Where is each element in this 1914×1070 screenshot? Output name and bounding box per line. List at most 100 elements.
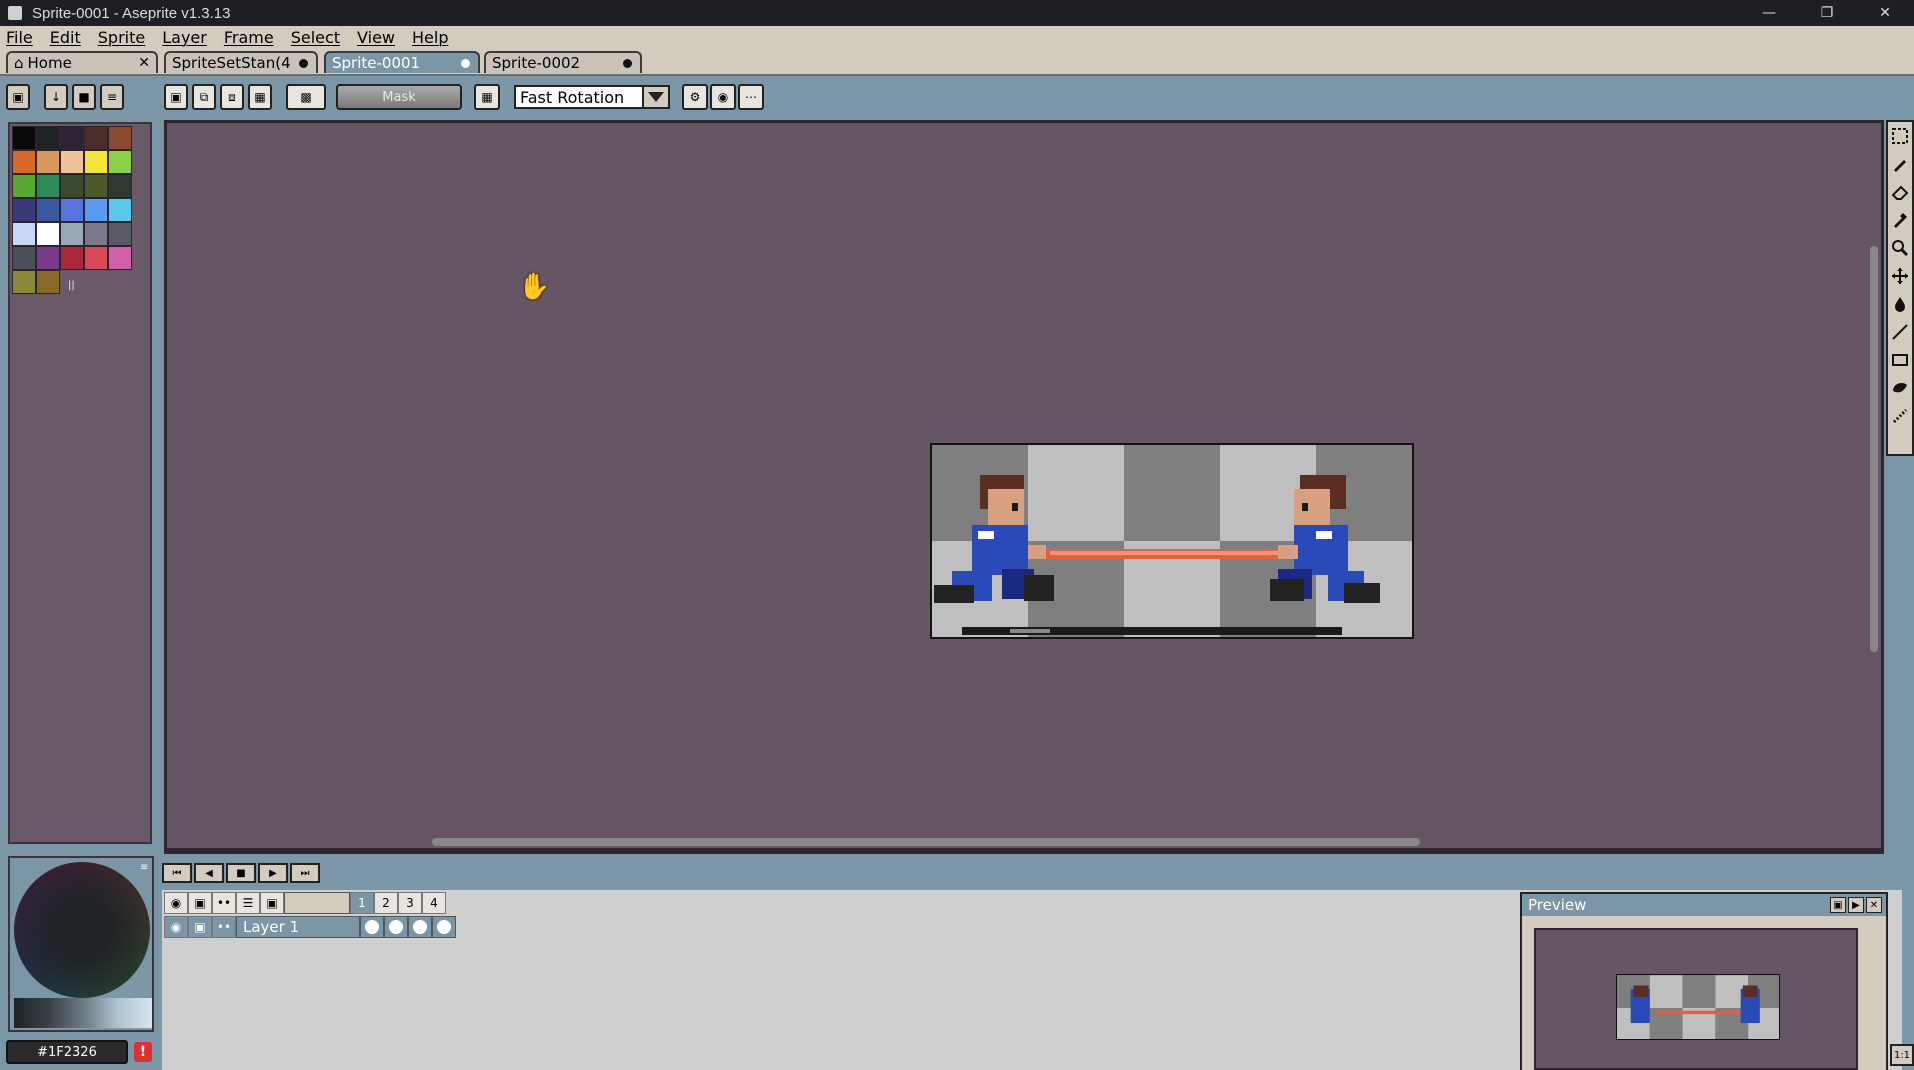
frame-number-4[interactable]: 4: [422, 892, 446, 914]
cel-frame-4[interactable]: [432, 916, 456, 938]
menu-file[interactable]: File: [6, 28, 33, 47]
cel-frame-1[interactable]: [360, 916, 384, 938]
continuous-icon[interactable]: ••: [212, 916, 236, 938]
drop-pixels-icon[interactable]: ⚙: [682, 84, 708, 110]
eyedropper-icon[interactable]: [1888, 206, 1912, 234]
preview-center-icon[interactable]: ▣: [1830, 897, 1846, 913]
palette-swatch[interactable]: [12, 198, 36, 222]
menu-lines-icon[interactable]: ≡: [100, 84, 124, 110]
palette-swatch[interactable]: [12, 174, 36, 198]
tab-close-icon[interactable]: ✕: [138, 55, 150, 71]
palette-swatch[interactable]: [36, 222, 60, 246]
onion-skin-icon[interactable]: ▣: [260, 892, 284, 914]
palette-swatch[interactable]: [12, 126, 36, 150]
square-icon[interactable]: ■: [72, 84, 96, 110]
menu-frame[interactable]: Frame: [224, 28, 274, 47]
rotation-algorithm-select[interactable]: Fast Rotation: [514, 85, 670, 109]
mask-color-button[interactable]: Mask: [336, 84, 462, 110]
lock-icon[interactable]: ▣: [6, 84, 30, 110]
palette-swatch[interactable]: [60, 150, 84, 174]
palette-swatch[interactable]: [84, 126, 108, 150]
cel-frame-2[interactable]: [384, 916, 408, 938]
menu-layer[interactable]: Layer: [162, 28, 207, 47]
close-button[interactable]: ✕: [1856, 0, 1914, 26]
rectangular-marquee-icon[interactable]: [1888, 122, 1912, 150]
palette-swatch[interactable]: [84, 150, 108, 174]
continuous-icon[interactable]: ••: [212, 892, 236, 914]
contour-icon[interactable]: [1888, 374, 1912, 402]
palette-swatch[interactable]: [60, 246, 84, 270]
lock-icon[interactable]: ▣: [188, 892, 212, 914]
transparent-color-icon[interactable]: ▩: [286, 84, 326, 110]
eraser-icon[interactable]: [1888, 178, 1912, 206]
palette-swatch[interactable]: [36, 246, 60, 270]
palette-swatch[interactable]: [108, 150, 132, 174]
vertical-scrollbar[interactable]: [1870, 246, 1878, 652]
lock-icon[interactable]: ▣: [188, 916, 212, 938]
selection-replace-icon[interactable]: ▣: [164, 84, 188, 110]
chevron-down-icon[interactable]: [642, 85, 670, 109]
tab-sprite-0001[interactable]: Sprite-0001: [324, 51, 480, 73]
palette-swatch[interactable]: [36, 174, 60, 198]
foreground-color-field[interactable]: #1F2326: [6, 1040, 128, 1064]
rectangle-icon[interactable]: [1888, 346, 1912, 374]
palette-swatch[interactable]: [36, 270, 60, 294]
stop-icon[interactable]: ■: [226, 863, 256, 883]
arrow-down-icon[interactable]: ↓: [44, 84, 68, 110]
color-warning-icon[interactable]: !: [134, 1042, 152, 1062]
palette-swatch[interactable]: [36, 150, 60, 174]
color-wheel[interactable]: [14, 862, 150, 998]
palette-swatch[interactable]: [60, 126, 84, 150]
visibility-eye-icon[interactable]: ◉: [164, 916, 188, 938]
palette-swatch[interactable]: [84, 222, 108, 246]
restore-button[interactable]: ❐: [1798, 0, 1856, 26]
first-frame-icon[interactable]: ⏮: [162, 863, 192, 883]
palette-swatch[interactable]: [12, 150, 36, 174]
selection-subtract-icon[interactable]: ⧈: [220, 84, 244, 110]
menu-select[interactable]: Select: [291, 28, 340, 47]
menu-edit[interactable]: Edit: [50, 28, 81, 47]
color-wheel-menu-icon[interactable]: ≡: [140, 862, 148, 873]
line-icon[interactable]: [1888, 318, 1912, 346]
visibility-eye-icon[interactable]: ◉: [164, 892, 188, 914]
blur-icon[interactable]: [1888, 402, 1912, 430]
zoom-icon[interactable]: [1888, 234, 1912, 262]
palette-swatch[interactable]: [60, 222, 84, 246]
horizontal-scrollbar[interactable]: [432, 838, 1420, 846]
palette-swatch[interactable]: [12, 222, 36, 246]
selection-add-icon[interactable]: ⧉: [192, 84, 216, 110]
move-icon[interactable]: [1888, 262, 1912, 290]
more-options-icon[interactable]: ⋯: [738, 84, 764, 110]
frame-number-3[interactable]: 3: [398, 892, 422, 914]
palette-swatch[interactable]: [84, 246, 108, 270]
next-frame-icon[interactable]: ▶: [258, 863, 288, 883]
transform-options-icon[interactable]: ◉: [710, 84, 736, 110]
tab-home[interactable]: ⌂ Home ✕: [6, 51, 158, 73]
palette-swatch[interactable]: [12, 246, 36, 270]
cel-frame-3[interactable]: [408, 916, 432, 938]
tab-spritesetstan[interactable]: SpriteSetStan(4: [164, 51, 318, 73]
palette-swatch[interactable]: [12, 270, 36, 294]
palette-swatch[interactable]: [60, 174, 84, 198]
close-icon[interactable]: ✕: [1866, 897, 1882, 913]
frame-number-2[interactable]: 2: [374, 892, 398, 914]
menu-view[interactable]: View: [357, 28, 395, 47]
pivot-grid-icon[interactable]: ▦: [474, 84, 500, 110]
previous-frame-icon[interactable]: ◀: [194, 863, 224, 883]
palette-resize-handle[interactable]: ||: [68, 280, 75, 291]
paint-bucket-icon[interactable]: [1888, 290, 1912, 318]
tab-sprite-0002[interactable]: Sprite-0002: [484, 51, 642, 73]
preview-play-icon[interactable]: ▶: [1848, 897, 1864, 913]
frame-number-1[interactable]: 1: [350, 892, 374, 914]
menu-help[interactable]: Help: [412, 28, 448, 47]
palette-swatch[interactable]: [108, 222, 132, 246]
link-layers-icon[interactable]: ☰: [236, 892, 260, 914]
zoom-one-to-one-icon[interactable]: 1:1: [1890, 1044, 1914, 1066]
color-shades-bar[interactable]: [14, 998, 152, 1028]
layer-row[interactable]: ◉ ▣ •• Layer 1: [164, 916, 456, 938]
last-frame-icon[interactable]: ⏭: [290, 863, 320, 883]
palette-swatch[interactable]: [108, 174, 132, 198]
palette-swatch[interactable]: [60, 198, 84, 222]
palette-swatch[interactable]: [108, 126, 132, 150]
palette-swatch[interactable]: [108, 246, 132, 270]
